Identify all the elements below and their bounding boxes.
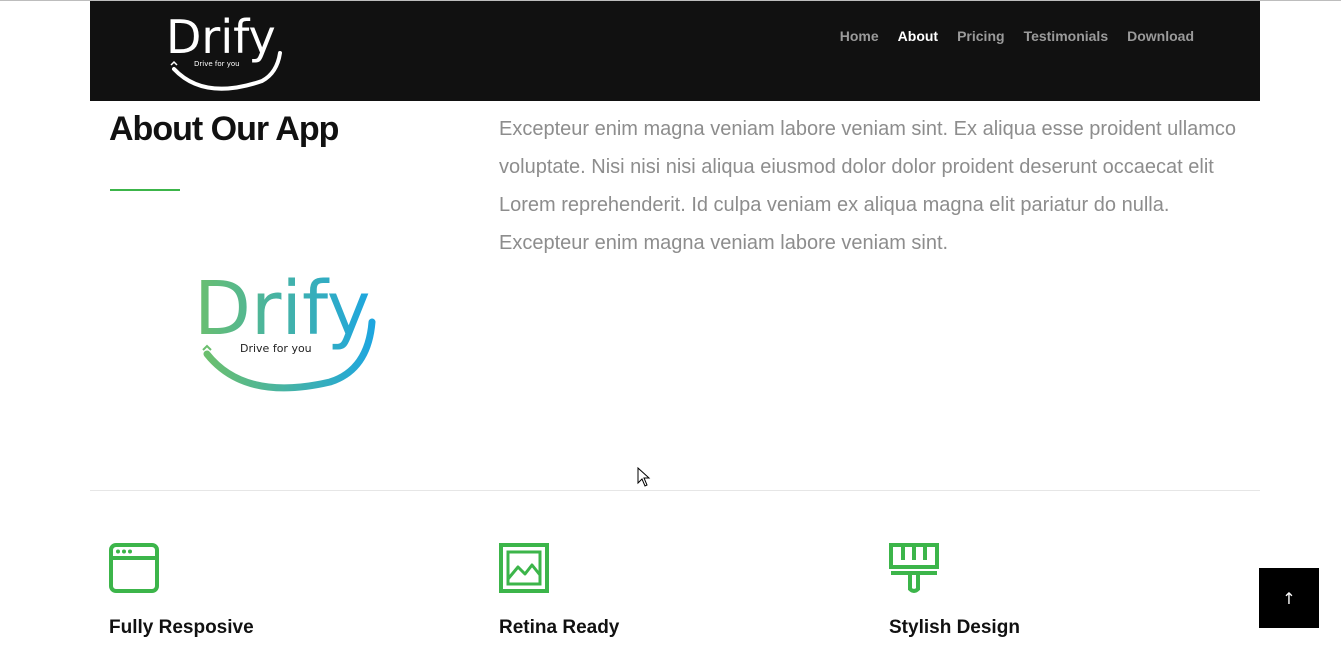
brand-logo[interactable]: Drify Drive for you [164,9,284,93]
paint-brush-icon [889,543,939,593]
feature-title: Retina Ready [499,617,620,638]
about-title: About Our App [109,110,339,148]
svg-text:Drify: Drify [166,10,276,64]
section-divider [90,490,1260,491]
about-description: Excepteur enim magna veniam labore venia… [499,118,1237,254]
main-nav: Home About Pricing Testimonials Download [840,27,1194,45]
svg-text:Drive for you: Drive for you [194,60,240,68]
browser-window-icon [109,543,159,593]
nav-download[interactable]: Download [1127,27,1194,45]
image-icon [499,543,549,593]
scroll-to-top-button[interactable]: ↑ [1259,568,1319,628]
feature-retina: Retina Ready [499,543,799,638]
feature-title: Stylish Design [889,617,1020,638]
navbar: Drify Drive for you Home About Pricing T… [90,1,1260,101]
nav-home[interactable]: Home [840,27,879,45]
mouse-cursor-icon [637,467,651,487]
nav-about[interactable]: About [898,27,938,45]
arrow-up-icon: ↑ [1282,588,1296,608]
feature-title: Fully Resposive [109,617,254,638]
nav-pricing[interactable]: Pricing [957,27,1004,45]
svg-text:Drive for you: Drive for you [240,342,312,355]
svg-text:Drify: Drify [194,266,371,352]
title-underline [110,189,180,191]
about-logo: Drify Drive for you [194,266,376,392]
nav-testimonials[interactable]: Testimonials [1024,27,1109,45]
feature-design: Stylish Design [889,543,1189,638]
feature-responsive: Fully Resposive [109,543,409,638]
